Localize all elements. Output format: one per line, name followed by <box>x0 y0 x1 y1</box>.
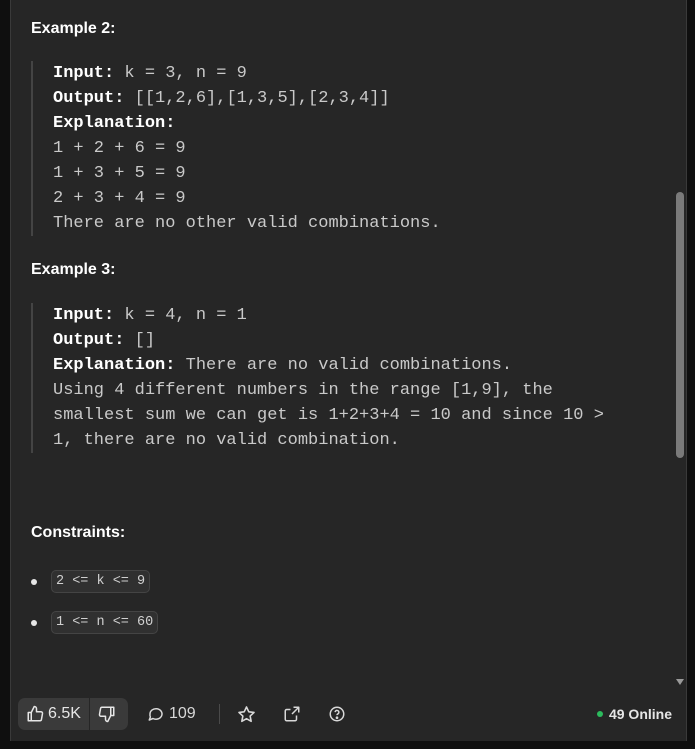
constraint-item: 1 <= n <= 60 <box>31 611 159 634</box>
example-3-explanation-label: Explanation: <box>53 356 176 375</box>
bullet-dot <box>31 619 37 626</box>
star-icon <box>238 705 255 722</box>
example-2-line: There are no other valid combinations. <box>53 214 441 233</box>
example-2-line: 1 + 3 + 5 = 9 <box>53 164 186 183</box>
online-indicator: 49 Online <box>596 698 672 730</box>
online-status-dot <box>596 711 603 717</box>
share-icon <box>284 706 300 722</box>
example-2-output-value: [[1,2,6],[1,3,5],[2,3,4]] <box>124 89 390 108</box>
example-3-block: Input: k = 4, n = 1 Output: [] Explanati… <box>31 303 604 453</box>
thumbs-up-icon <box>27 705 44 722</box>
example-2-title: Example 2: <box>31 20 116 37</box>
thumbs-down-icon <box>98 706 115 723</box>
vote-group: 6.5K <box>18 698 128 730</box>
example-3-line: Using 4 different numbers in the range [… <box>53 381 553 400</box>
footer-divider <box>219 704 220 724</box>
example-3-input-value: k = 4, n = 1 <box>114 306 247 325</box>
dislike-button[interactable] <box>88 698 128 730</box>
example-3-input-label: Input: <box>53 306 115 325</box>
example-2-input-value: k = 3, n = 9 <box>114 64 247 83</box>
example-3-title: Example 3: <box>31 261 116 278</box>
example-2-input-label: Input: <box>53 64 115 83</box>
example-2-output-label: Output: <box>53 89 125 108</box>
example-3-output-label: Output: <box>53 331 125 350</box>
problem-footer-bar: 6.5K 109 49 Online <box>11 694 686 741</box>
example-3-explanation-value: There are no valid combinations. <box>175 356 513 375</box>
comment-count: 109 <box>169 705 196 722</box>
problem-description-panel: Example 2: Input: k = 3, n = 9 Output: [… <box>10 0 687 741</box>
scroll-down-arrow-icon[interactable] <box>676 679 684 685</box>
share-button[interactable] <box>283 698 305 730</box>
example-3-line: 1, there are no valid combination. <box>53 431 400 450</box>
constraint-code: 2 <= k <= 9 <box>51 570 151 593</box>
vertical-scrollbar[interactable] <box>674 0 686 700</box>
favorite-button[interactable] <box>237 698 260 730</box>
comments-button[interactable]: 109 <box>147 698 196 730</box>
example-2-block: Input: k = 3, n = 9 Output: [[1,2,6],[1,… <box>31 61 441 236</box>
example-3-output-value: [] <box>124 331 156 350</box>
constraint-item: 2 <= k <= 9 <box>31 570 151 593</box>
example-3-line: smallest sum we can get is 1+2+3+4 = 10 … <box>53 406 604 425</box>
example-2-line: 2 + 3 + 4 = 9 <box>53 189 186 208</box>
example-2-explanation-label: Explanation: <box>53 114 176 133</box>
example-2-line: 1 + 2 + 6 = 9 <box>53 139 186 158</box>
help-button[interactable] <box>328 698 350 730</box>
bullet-dot <box>31 578 37 585</box>
comment-icon <box>148 707 163 721</box>
like-button[interactable]: 6.5K <box>18 698 89 730</box>
help-icon <box>329 706 345 722</box>
like-count: 6.5K <box>48 705 81 722</box>
scrollbar-thumb[interactable] <box>676 192 684 458</box>
constraint-code: 1 <= n <= 60 <box>51 611 159 634</box>
online-count: 49 Online <box>608 706 672 722</box>
constraints-title: Constraints: <box>31 524 126 541</box>
